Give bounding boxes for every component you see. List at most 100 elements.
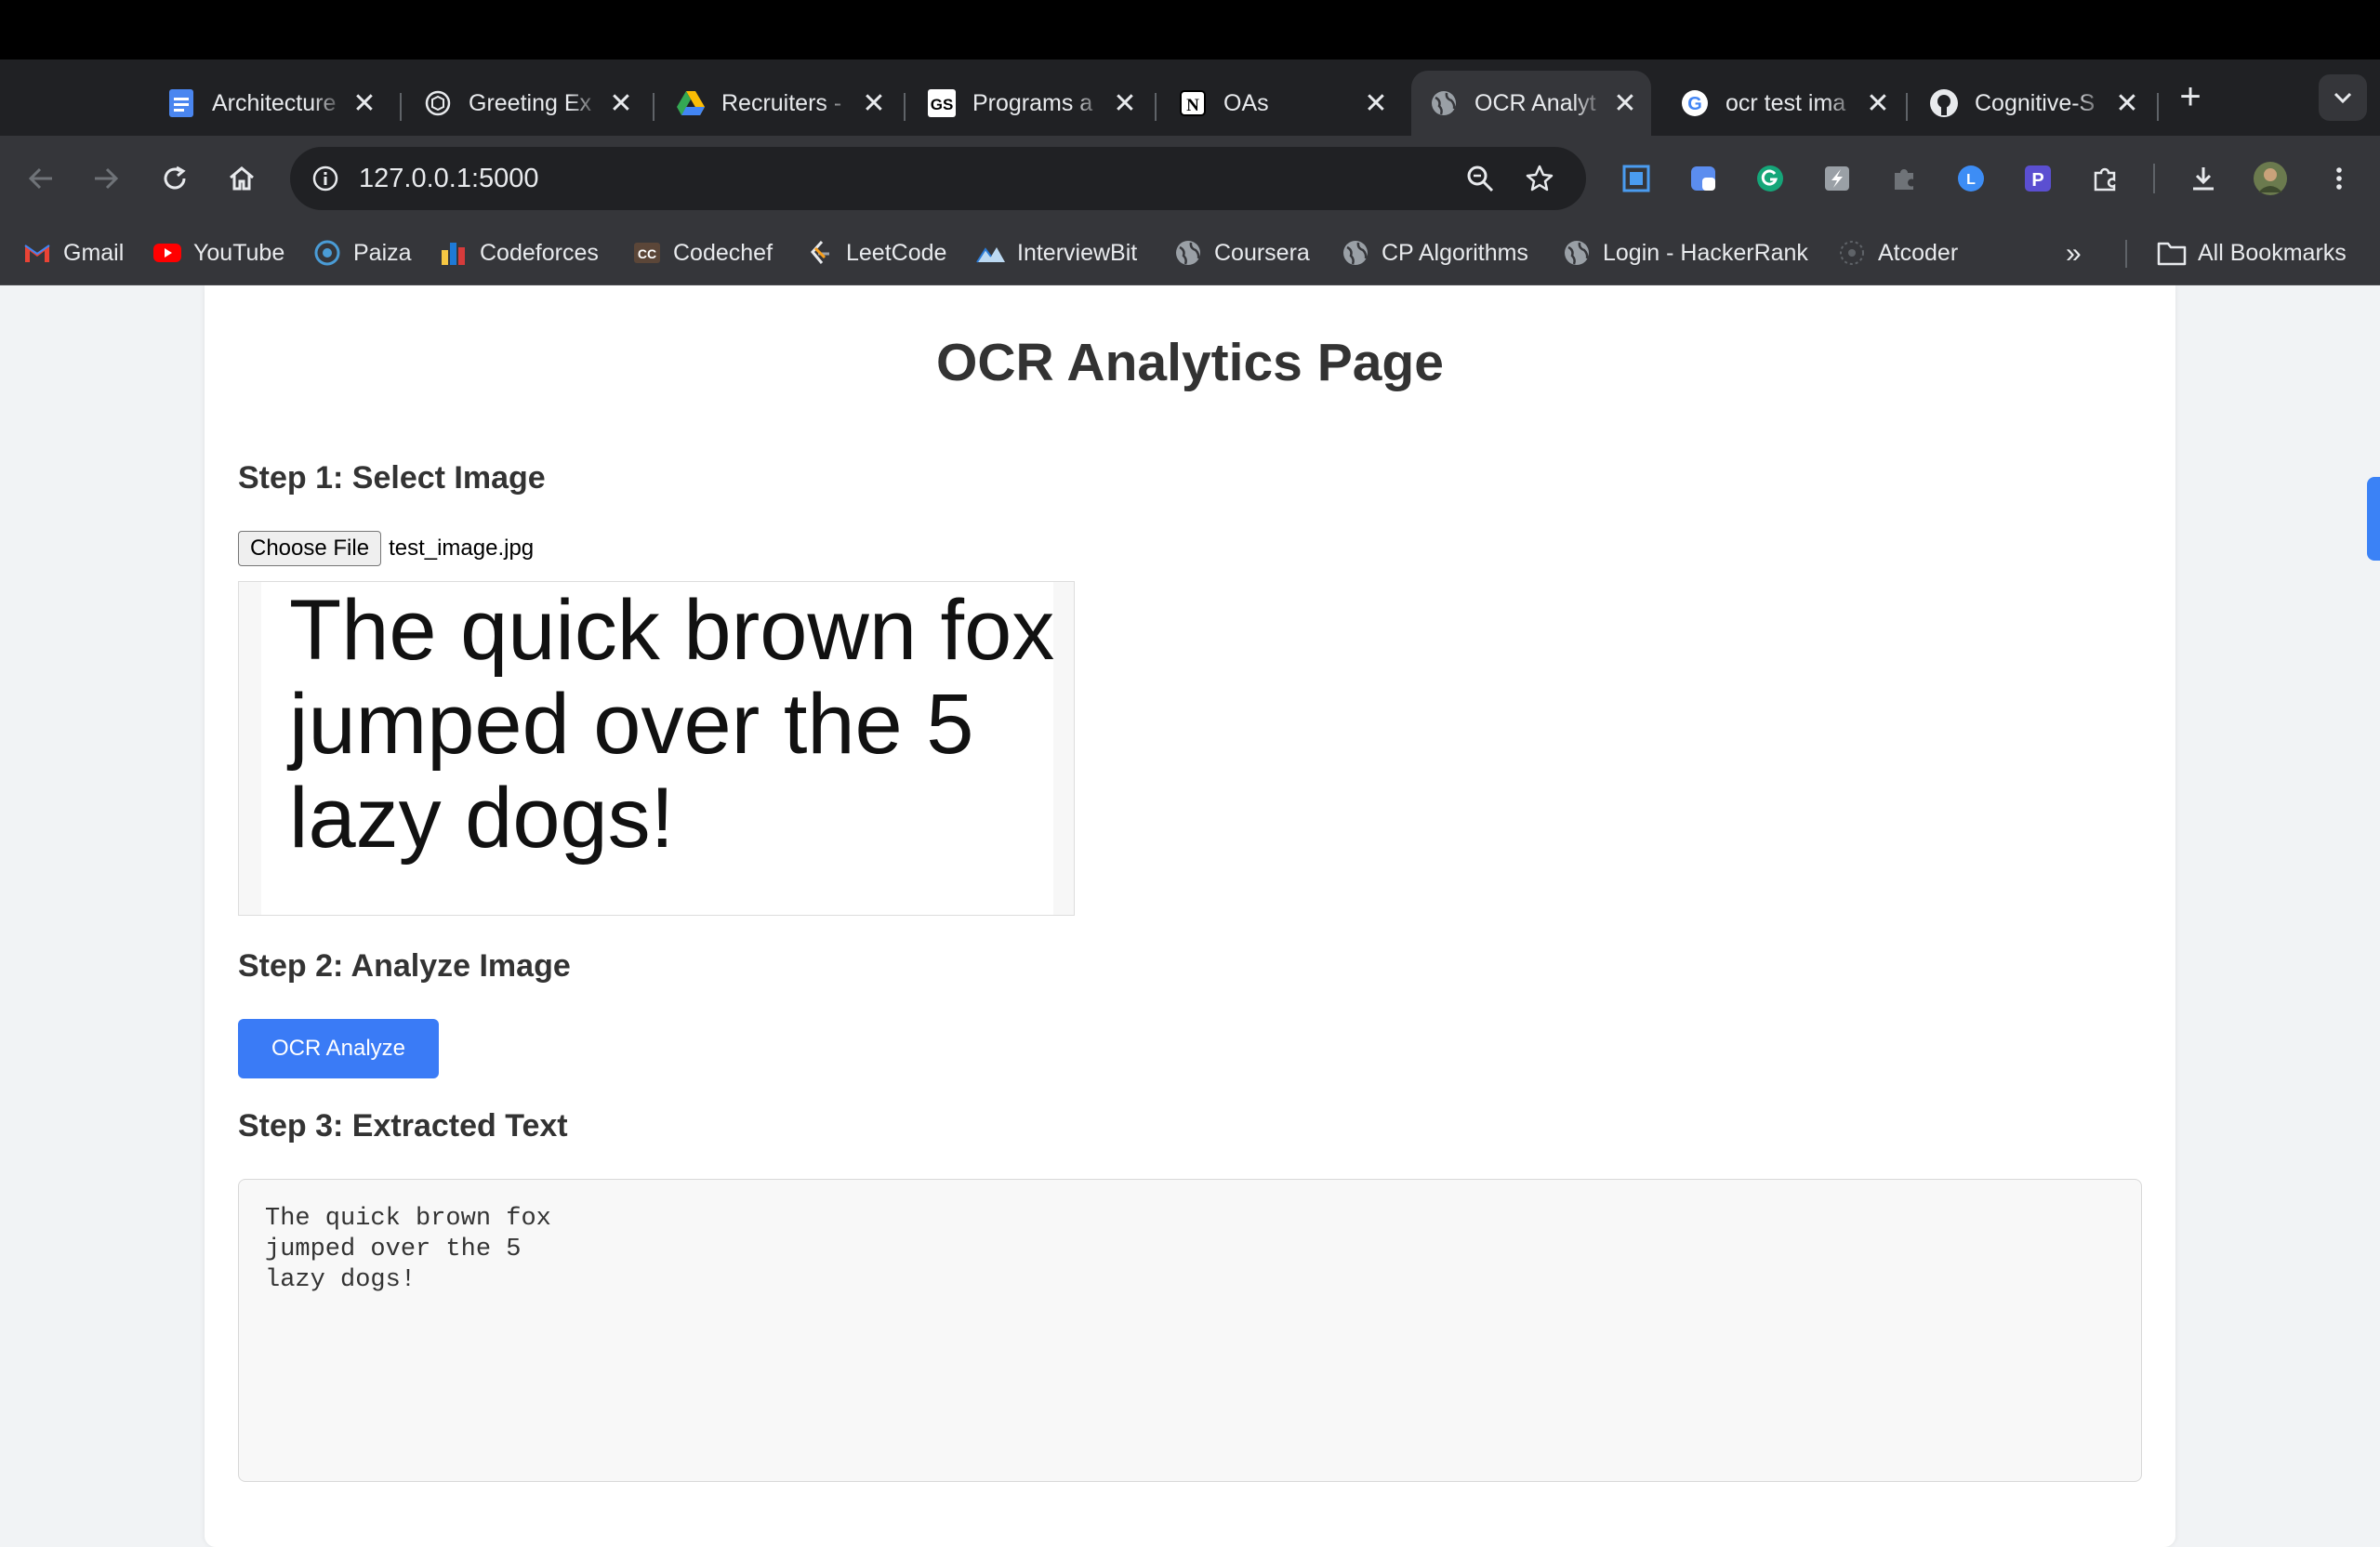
choose-file-button[interactable]: Choose File bbox=[238, 531, 382, 566]
bookmark-coursera[interactable]: Coursera bbox=[1173, 234, 1310, 271]
tab-programs[interactable]: GS Programs a ✕ bbox=[909, 71, 1151, 136]
home-icon bbox=[230, 166, 254, 191]
side-panel-handle[interactable] bbox=[2367, 477, 2380, 561]
puzzle-extension-icon[interactable] bbox=[1884, 158, 1924, 199]
close-icon[interactable]: ✕ bbox=[1606, 87, 1644, 120]
ocr-analyze-button[interactable]: OCR Analyze bbox=[238, 1019, 439, 1078]
folder-icon bbox=[2157, 238, 2187, 268]
lightning-extension-icon[interactable] bbox=[1817, 158, 1858, 199]
file-input[interactable]: Choose File test_image.jpg bbox=[238, 531, 534, 566]
bookmark-label: Codeforces bbox=[480, 239, 599, 266]
tab-separator bbox=[1155, 93, 1157, 121]
bookmark-youtube[interactable]: YouTube bbox=[152, 234, 284, 271]
close-icon[interactable]: ✕ bbox=[346, 87, 383, 120]
close-icon[interactable]: ✕ bbox=[2109, 87, 2146, 120]
forward-button[interactable] bbox=[86, 158, 126, 199]
address-bar[interactable]: 127.0.0.1:5000 bbox=[290, 147, 1586, 210]
svg-text:P: P bbox=[2031, 170, 2043, 191]
page-viewport: OCR Analytics Page Step 1: Select Image … bbox=[0, 285, 2380, 1547]
tab-search-button[interactable] bbox=[2319, 74, 2367, 121]
close-icon[interactable]: ✕ bbox=[1357, 87, 1395, 120]
all-bookmarks-button[interactable]: All Bookmarks bbox=[2157, 234, 2347, 271]
step1-heading: Step 1: Select Image bbox=[238, 460, 546, 496]
back-button[interactable] bbox=[20, 158, 61, 199]
zoom-icon[interactable] bbox=[1461, 160, 1499, 197]
tab-title: OAs bbox=[1223, 89, 1269, 116]
browser-toolbar: 127.0.0.1:5000 L P bbox=[0, 136, 2380, 221]
tab-oas[interactable]: N OAs ✕ bbox=[1160, 71, 1402, 136]
close-icon[interactable]: ✕ bbox=[855, 87, 892, 120]
bookmark-hackerrank[interactable]: Login - HackerRank bbox=[1562, 234, 1808, 271]
bookmark-label: Gmail bbox=[63, 239, 125, 266]
bookmark-atcoder[interactable]: Atcoder bbox=[1837, 234, 1958, 271]
leetcode-icon bbox=[805, 238, 835, 268]
screenshot-extension-icon[interactable] bbox=[1616, 158, 1657, 199]
tab-recruiters[interactable]: Recruiters - ✕ bbox=[658, 71, 900, 136]
tab-cognitive[interactable]: Cognitive-S ✕ bbox=[1911, 71, 2153, 136]
home-button[interactable] bbox=[221, 158, 262, 199]
close-icon[interactable]: ✕ bbox=[1859, 87, 1897, 120]
tab-architecture[interactable]: Architecture ✕ bbox=[149, 71, 390, 136]
url-text[interactable]: 127.0.0.1:5000 bbox=[359, 164, 539, 194]
main-container: OCR Analytics Page Step 1: Select Image … bbox=[205, 285, 2175, 1547]
grammarly-icon[interactable] bbox=[1750, 158, 1791, 199]
tab-title: ocr test ima bbox=[1726, 89, 1846, 116]
google-docs-icon bbox=[165, 87, 197, 119]
blue-extension-icon[interactable] bbox=[1683, 158, 1724, 199]
lp-extension-icon[interactable]: L bbox=[1950, 158, 1991, 199]
bookmarks-overflow-button[interactable]: » bbox=[2066, 238, 2082, 270]
svg-text:GS: GS bbox=[931, 96, 954, 113]
all-bookmarks-label: All Bookmarks bbox=[2198, 239, 2347, 266]
paiza-icon bbox=[312, 238, 342, 268]
bookmark-label: Atcoder bbox=[1878, 239, 1959, 266]
extensions-icon[interactable] bbox=[2084, 158, 2125, 199]
close-icon[interactable]: ✕ bbox=[1106, 87, 1144, 120]
image-preview: The quick brown fox jumped over the 5 la… bbox=[238, 581, 1075, 916]
svg-text:N: N bbox=[1186, 96, 1199, 115]
p-extension-icon[interactable]: P bbox=[2017, 158, 2058, 199]
tab-greeting[interactable]: Greeting Ex ✕ bbox=[405, 71, 647, 136]
globe-icon bbox=[1173, 238, 1203, 268]
tab-title: Architecture bbox=[212, 89, 337, 116]
download-icon[interactable] bbox=[2183, 158, 2224, 199]
tab-separator bbox=[904, 93, 906, 121]
tab-title: OCR Analyt bbox=[1474, 89, 1596, 116]
profile-avatar[interactable] bbox=[2250, 158, 2291, 199]
selected-file-name: test_image.jpg bbox=[389, 536, 535, 561]
bookmark-interviewbit[interactable]: InterviewBit bbox=[976, 234, 1137, 271]
github-icon bbox=[1928, 87, 1960, 119]
site-info-icon[interactable] bbox=[307, 160, 344, 197]
toolbar-separator bbox=[2153, 164, 2155, 193]
chevron-down-icon bbox=[2334, 92, 2352, 104]
preview-image: The quick brown fox jumped over the 5 la… bbox=[261, 582, 1054, 915]
tab-separator bbox=[653, 93, 654, 121]
bookmark-label: YouTube bbox=[193, 239, 285, 266]
reload-button[interactable] bbox=[154, 158, 195, 199]
bookmark-label: Coursera bbox=[1214, 239, 1310, 266]
back-arrow-icon bbox=[28, 167, 52, 190]
bookmark-cp-algorithms[interactable]: CP Algorithms bbox=[1341, 234, 1528, 271]
bookmarks-separator bbox=[2125, 240, 2127, 268]
new-tab-button[interactable]: + bbox=[2172, 78, 2209, 115]
bookmark-label: InterviewBit bbox=[1017, 239, 1138, 266]
tab-ocr-analytics[interactable]: OCR Analyt ✕ bbox=[1411, 71, 1651, 136]
codeforces-icon bbox=[439, 238, 469, 268]
bookmark-leetcode[interactable]: LeetCode bbox=[805, 234, 946, 271]
gs-icon: GS bbox=[926, 87, 958, 119]
close-icon[interactable]: ✕ bbox=[602, 87, 640, 120]
bookmark-codechef[interactable]: CC Codechef bbox=[632, 234, 773, 271]
bookmark-codeforces[interactable]: Codeforces bbox=[439, 234, 599, 271]
atcoder-icon bbox=[1837, 238, 1867, 268]
bookmark-star-icon[interactable] bbox=[1521, 160, 1558, 197]
bookmark-label: Codechef bbox=[673, 239, 774, 266]
bookmark-paiza[interactable]: Paiza bbox=[312, 234, 412, 271]
browser-menu-icon[interactable] bbox=[2319, 158, 2360, 199]
bookmark-gmail[interactable]: Gmail bbox=[22, 234, 124, 271]
extracted-text-box[interactable]: The quick brown fox jumped over the 5 la… bbox=[238, 1179, 2142, 1482]
notion-icon: N bbox=[1177, 87, 1209, 119]
tab-separator bbox=[2157, 93, 2159, 121]
svg-text:CC: CC bbox=[638, 246, 656, 261]
tab-ocr-test[interactable]: G ocr test ima ✕ bbox=[1662, 71, 1904, 136]
page-title: OCR Analytics Page bbox=[936, 333, 1444, 392]
tab-strip: Architecture ✕ Greeting Ex ✕ Recruiters … bbox=[0, 60, 2380, 136]
